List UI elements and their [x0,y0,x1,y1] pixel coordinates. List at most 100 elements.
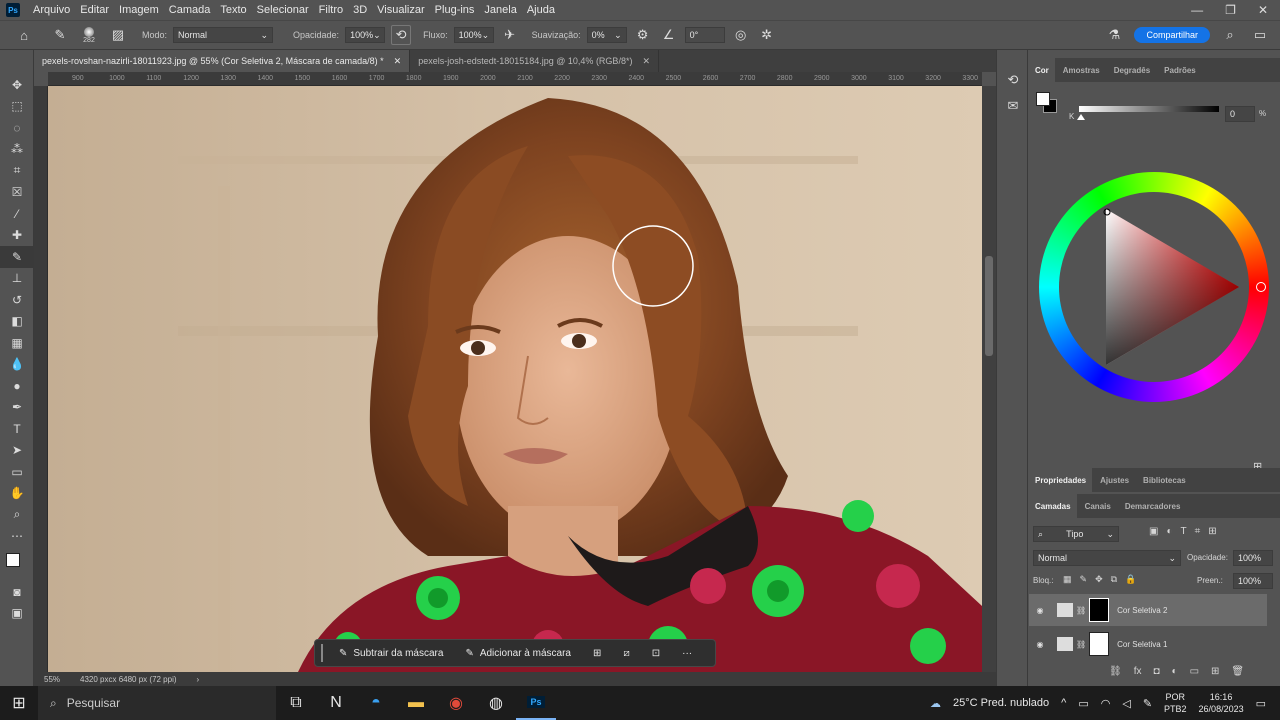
link-layers-icon[interactable]: ⛓ [1109,666,1122,677]
blur-tool-icon[interactable]: 💧 [0,354,34,376]
close-icon[interactable]: ✕ [642,56,650,67]
menu-camada[interactable]: Camada [164,4,216,16]
tab-canais[interactable]: Canais [1079,494,1117,518]
subtract-from-mask-button[interactable]: ✎ Subtrair da máscara [331,642,451,664]
windows-start-icon[interactable]: ⊞ [0,686,38,720]
chrome-icon[interactable]: ◉ [436,686,476,720]
layer-filter-select[interactable]: ⌕ Tipo ⌄ [1033,526,1119,542]
layer-name[interactable]: Cor Seletiva 2 [1117,606,1167,615]
path-select-tool-icon[interactable]: ➤ [0,440,34,462]
task-view-icon[interactable]: ⧉ [276,686,316,720]
menu-3d[interactable]: 3D [348,4,372,16]
tab-degrades[interactable]: Degradês [1108,58,1156,82]
tab-camadas[interactable]: Camadas [1029,494,1077,518]
move-tool-icon[interactable]: ✥ [0,74,34,96]
notifications-icon[interactable]: ▭ [1256,697,1266,710]
marquee-tool-icon[interactable]: ⬚ [0,96,34,118]
foreground-swatch[interactable] [1036,92,1050,106]
airbrush-icon[interactable]: ✈ [500,25,520,45]
smoothing-field[interactable]: 0% ⌄ [586,27,627,43]
layer-mask-thumbnail[interactable] [1089,598,1110,622]
dodge-tool-icon[interactable]: ● [0,375,34,397]
tab-ajustes[interactable]: Ajustes [1094,468,1135,492]
minimize-button[interactable]: — [1191,3,1203,17]
document-canvas[interactable] [48,86,982,672]
crop-tool-icon[interactable]: ⌗ [0,160,34,182]
more-options-button[interactable]: ··· [674,642,700,664]
gear-icon[interactable]: ⚙ [633,25,653,45]
volume-icon[interactable]: ◁ [1122,697,1130,710]
close-button[interactable]: ✕ [1258,3,1268,17]
quick-mask-icon[interactable]: ◙ [0,581,34,603]
layer-opacity-field[interactable]: 100% [1233,550,1273,566]
flow-field[interactable]: 100% ⌄ [453,27,494,43]
tab-padroes[interactable]: Padrões [1158,58,1202,82]
tab-demarcadores[interactable]: Demarcadores [1119,494,1187,518]
hue-picker[interactable] [1256,282,1266,292]
chevron-up-icon[interactable]: ^ [1061,697,1066,709]
menu-filtro[interactable]: Filtro [314,4,348,16]
angle-field[interactable]: 0° [684,27,725,43]
tab-document-2[interactable]: pexels-josh-edstedt-18015184.jpg @ 10,4%… [410,50,659,72]
comments-icon[interactable]: ✉ [1003,96,1023,116]
layer-name[interactable]: Cor Seletiva 1 [1117,640,1167,649]
brush-settings-icon[interactable]: ▨ [108,25,128,45]
pressure-opacity-icon[interactable]: ⟲ [391,25,412,45]
menu-selecionar[interactable]: Selecionar [252,4,314,16]
scroll-thumb[interactable] [985,256,993,356]
color-triangle[interactable] [1059,192,1249,382]
type-filter-icon[interactable]: T [1181,526,1187,537]
menu-editar[interactable]: Editar [75,4,114,16]
gradient-tool-icon[interactable]: ▦ [0,332,34,354]
clock[interactable]: 16:16 26/08/2023 [1199,691,1244,715]
mode-select[interactable]: Normal ⌄ [173,27,274,43]
close-icon[interactable]: ✕ [394,56,402,67]
menu-plugins[interactable]: Plug-ins [430,4,480,16]
pen-icon[interactable]: ✎ [1143,697,1152,710]
shape-tool-icon[interactable]: ▭ [0,461,34,483]
healing-tool-icon[interactable]: ✚ [0,225,34,247]
eye-icon[interactable]: ◉ [1029,640,1051,649]
restore-button[interactable]: ❐ [1225,3,1236,17]
pressure-size-icon[interactable]: ◎ [731,25,751,45]
k-value-field[interactable]: 0 [1225,106,1255,122]
photoshop-taskbar-icon[interactable]: Ps [516,686,556,720]
drag-handle[interactable] [321,644,325,662]
eyedropper-tool-icon[interactable]: ⁄ [0,203,34,225]
hand-tool-icon[interactable]: ✋ [0,483,34,505]
layer-row[interactable]: ◉ ⛓ Cor Seletiva 2 [1029,594,1267,626]
menu-janela[interactable]: Janela [479,4,521,16]
brush-tool-icon[interactable]: ✎ [50,25,70,45]
taskbar-search-box[interactable]: ⌕ Pesquisar [38,686,276,720]
symmetry-icon[interactable]: ✲ [757,25,777,45]
menu-arquivo[interactable]: Arquivo [28,4,75,16]
more-tools-icon[interactable]: ⋯ [0,526,34,548]
zoom-tool-icon[interactable]: ⌕ [0,504,34,526]
blend-mode-select[interactable]: Normal ⌄ [1033,550,1181,566]
adjustment-filter-icon[interactable]: ◐ [1166,526,1172,537]
lock-position-icon[interactable]: ✥ [1095,574,1103,585]
brush-preset-picker[interactable]: 282 [76,26,102,44]
layer-row[interactable]: ◉ ⛓ Cor Seletiva 1 [1029,628,1267,660]
mask-option-2-icon[interactable]: ⧄ [615,642,637,664]
edge-icon[interactable]: ◓ [356,686,396,720]
tab-document-1[interactable]: pexels-rovshan-nazirli-18011923.jpg @ 55… [34,50,411,72]
history-brush-tool-icon[interactable]: ↺ [0,289,34,311]
search-icon[interactable]: ⌕ [1220,25,1240,45]
slider-handle[interactable] [1077,114,1085,120]
type-tool-icon[interactable]: T [0,418,34,440]
fx-icon[interactable]: fx [1134,666,1142,677]
wifi-icon[interactable]: ◠ [1101,697,1111,710]
share-button[interactable]: Compartilhar [1134,27,1210,43]
add-mask-icon[interactable]: ◘ [1153,666,1159,677]
shape-filter-icon[interactable]: ⌗ [1195,526,1201,537]
lock-all-icon[interactable]: 🔒 [1125,574,1136,585]
lock-transparency-icon[interactable]: ▦ [1063,574,1072,585]
new-adjustment-icon[interactable]: ◐ [1172,666,1178,677]
app-icon[interactable]: ◍ [476,686,516,720]
fill-field[interactable]: 100% [1233,573,1273,589]
weather-text[interactable]: 25°C Pred. nublado [953,697,1049,709]
tab-bibliotecas[interactable]: Bibliotecas [1137,468,1192,492]
mask-option-3-icon[interactable]: ⊡ [644,642,668,664]
pixel-filter-icon[interactable]: ▣ [1149,526,1158,537]
